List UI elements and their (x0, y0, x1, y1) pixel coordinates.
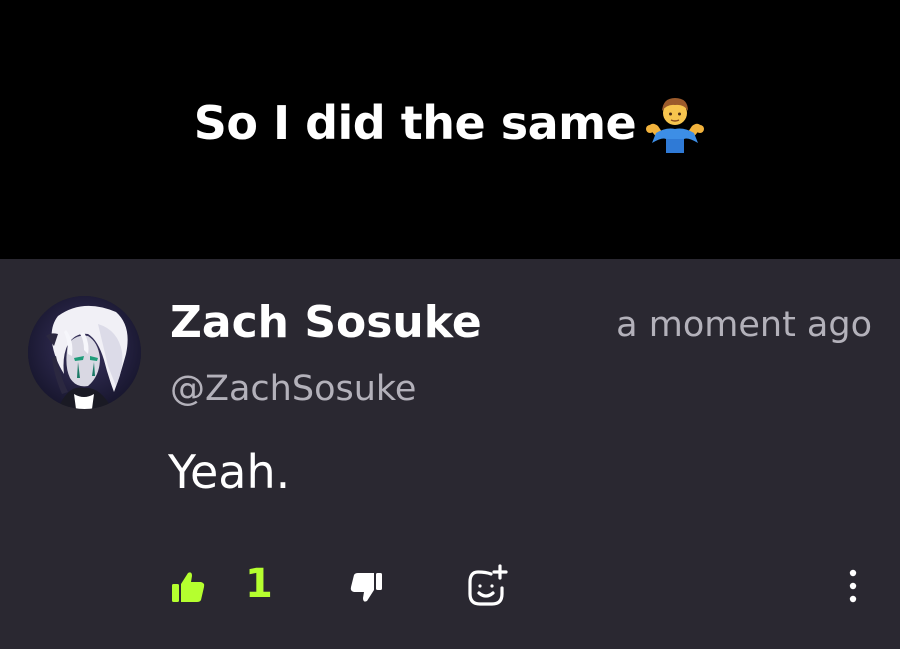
like-button[interactable] (170, 569, 206, 605)
comment-body: Yeah. (168, 445, 291, 499)
person-shrugging-emoji-icon (646, 98, 705, 153)
avatar[interactable] (28, 296, 141, 409)
anime-character-avatar-icon (28, 296, 141, 409)
thumbs-down-icon (350, 573, 382, 602)
add-emoji-reaction-icon (468, 564, 508, 606)
video-caption-bar: So I did the same (0, 0, 900, 259)
comment-author-handle[interactable]: @ZachSosuke (170, 365, 416, 413)
like-count: 1 (245, 561, 273, 607)
more-vertical-icon (849, 569, 857, 603)
more-vertical-button[interactable] (838, 564, 868, 608)
comment-card: Zach Sosuke a moment ago @ZachSosuke Yea… (0, 259, 900, 649)
caption: So I did the same (0, 93, 900, 153)
dislike-button[interactable] (350, 571, 384, 605)
comment-timestamp: a moment ago (616, 305, 872, 345)
caption-text: So I did the same (193, 96, 637, 150)
thumbs-up-icon (172, 572, 205, 602)
comment-author-name[interactable]: Zach Sosuke (170, 295, 482, 351)
emoji-react-button[interactable] (464, 564, 508, 608)
